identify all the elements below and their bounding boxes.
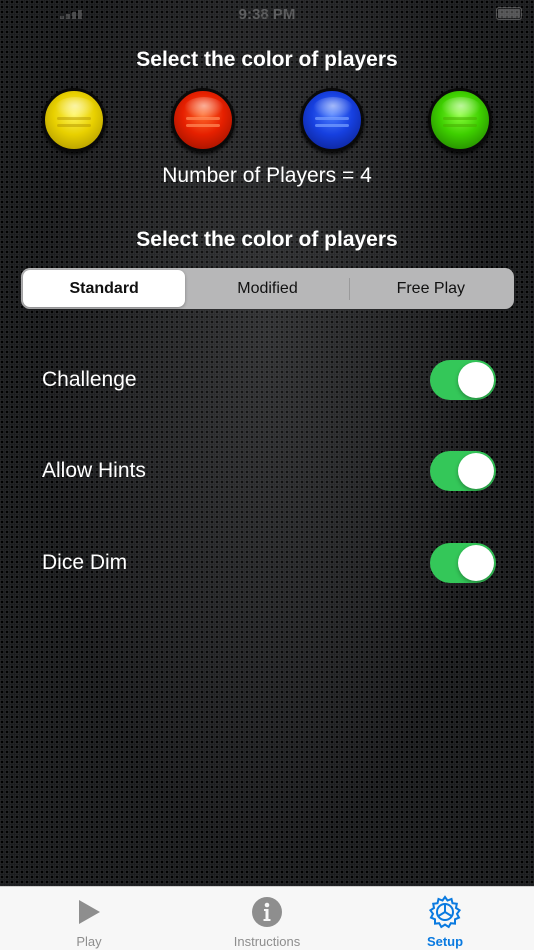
toggle-knob — [458, 362, 494, 398]
tab-play[interactable]: Play — [0, 887, 178, 950]
setting-label-dice-dim: Dice Dim — [42, 551, 128, 574]
player-ball-green[interactable] — [428, 88, 492, 152]
allow-hints-toggle[interactable] — [430, 451, 496, 491]
setting-row-challenge: Challenge — [42, 359, 496, 401]
setting-row-allow-hints: Allow Hints — [42, 450, 496, 492]
tab-label-play: Play — [76, 934, 102, 949]
player-ball-red[interactable] — [171, 88, 235, 152]
tab-label-instructions: Instructions — [233, 934, 301, 949]
players-heading: Select the color of players — [136, 48, 398, 71]
signal-icon — [60, 9, 82, 19]
dice-dim-toggle[interactable] — [430, 543, 496, 583]
toggle-knob — [458, 545, 494, 581]
player-ball-yellow[interactable] — [42, 88, 106, 152]
segment-free-play[interactable]: Free Play — [350, 270, 512, 307]
challenge-toggle[interactable] — [430, 360, 496, 400]
battery-icon — [496, 7, 522, 20]
setting-label-allow-hints: Allow Hints — [42, 459, 146, 482]
mode-heading: Select the color of players — [136, 228, 398, 251]
player-count-label: Number of Players = 4 — [162, 164, 372, 187]
tab-instructions[interactable]: Instructions — [178, 887, 356, 950]
tab-setup[interactable]: Setup — [356, 887, 534, 950]
play-icon — [72, 895, 106, 929]
tab-label-setup: Setup — [426, 934, 464, 949]
segment-modified[interactable]: Modified — [186, 270, 348, 307]
setting-row-dice-dim: Dice Dim — [42, 542, 496, 584]
toggle-knob — [458, 453, 494, 489]
setting-label-challenge: Challenge — [42, 368, 137, 391]
mode-segmented-control: Standard Modified Free Play — [21, 268, 514, 309]
gear-icon — [428, 895, 462, 929]
player-ball-blue[interactable] — [300, 88, 364, 152]
status-time: 9:38 PM — [238, 5, 296, 23]
info-icon — [250, 895, 284, 929]
status-bar: 9:38 PM — [0, 0, 534, 28]
tab-bar: Play Instructions Setup — [0, 886, 534, 950]
segment-standard[interactable]: Standard — [23, 270, 186, 307]
